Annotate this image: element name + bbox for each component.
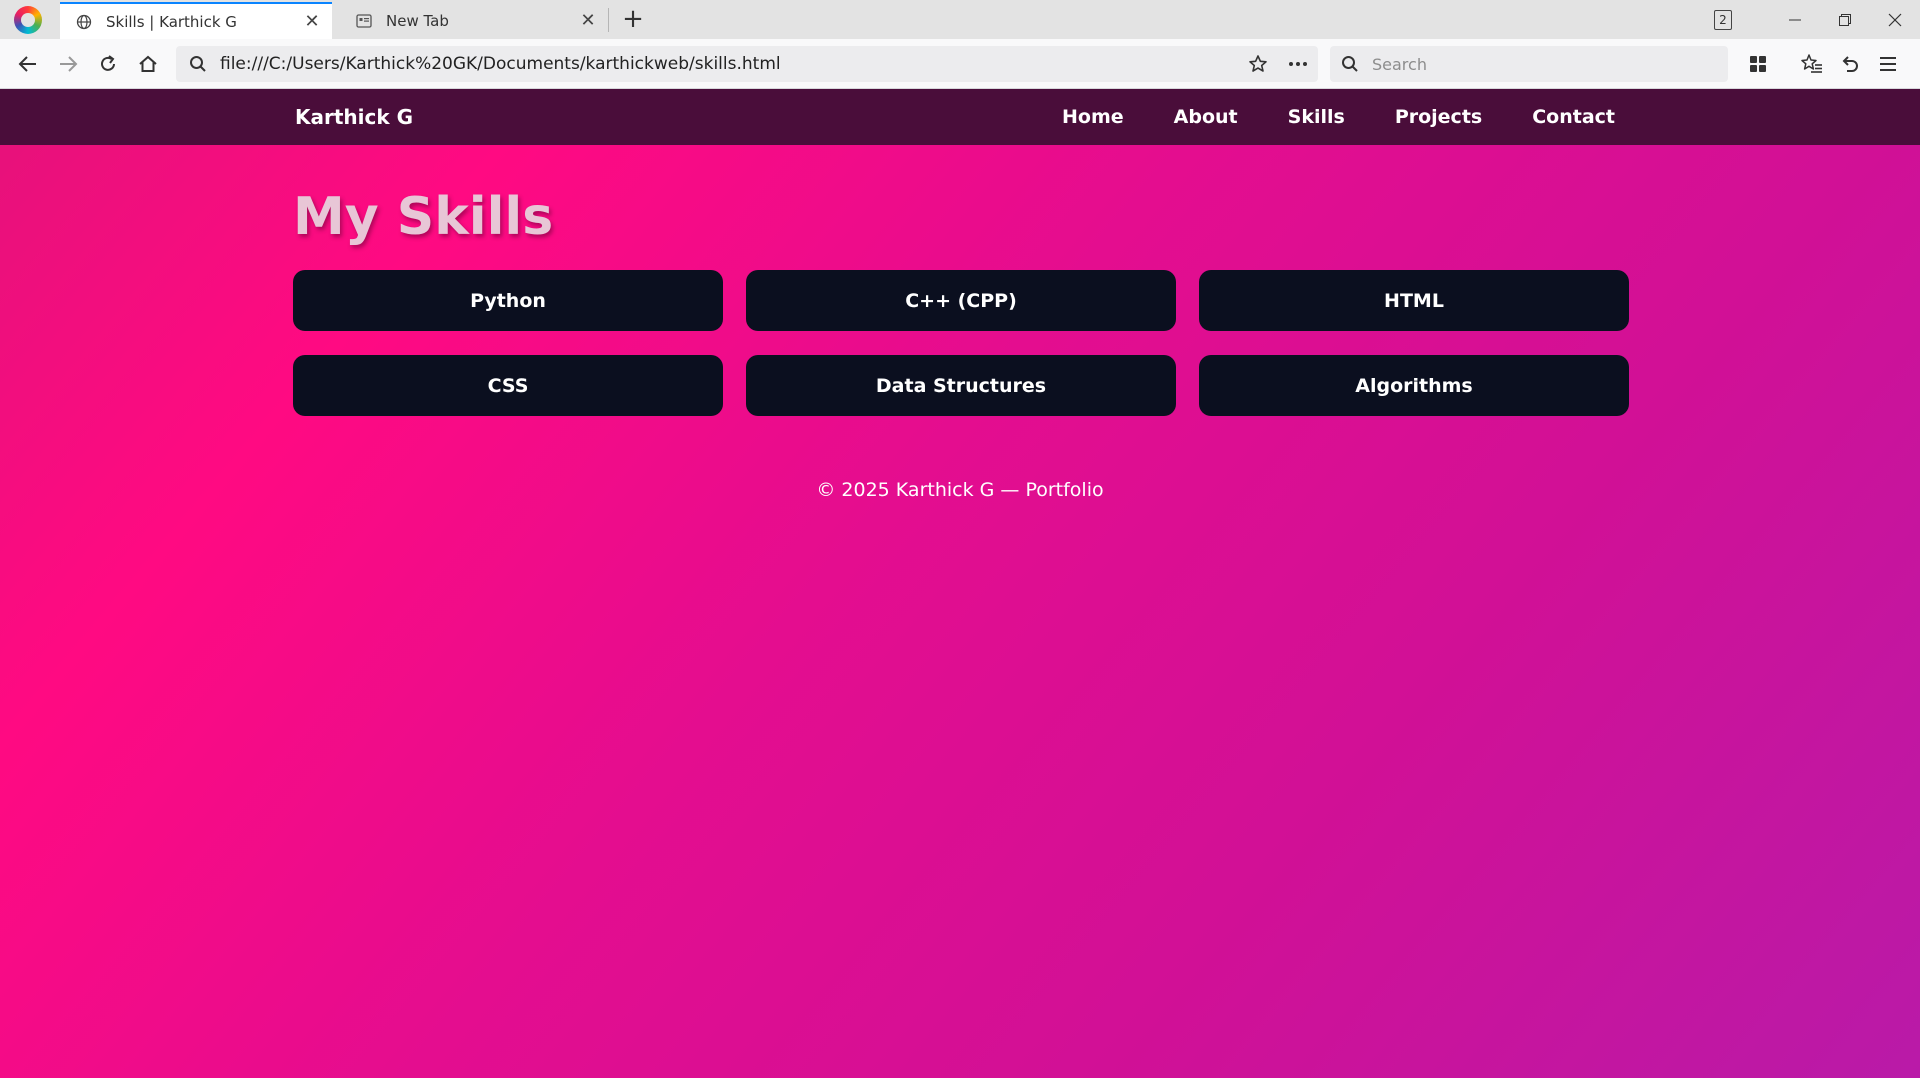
restore-icon[interactable] [1820,0,1870,39]
tab-count-icon[interactable]: 2 [1714,9,1732,30]
apps-grid-icon[interactable] [1742,49,1774,79]
close-tab-icon[interactable]: ✕ [576,9,600,33]
site-header: Karthick G Home About Skills Projects Co… [0,89,1920,145]
search-bar[interactable] [1330,46,1728,82]
skill-card-data-structures: Data Structures [746,355,1176,416]
menu-icon[interactable] [1872,49,1904,79]
favorites-list-icon[interactable] [1796,49,1828,79]
page-title: My Skills [293,187,554,247]
skill-card-algorithms: Algorithms [1199,355,1629,416]
window-controls: 2 [1714,0,1920,39]
reload-icon[interactable] [92,49,124,79]
globe-icon [74,12,94,32]
browser-toolbar: file:///C:/Users/Karthick%20GK/Documents… [0,39,1920,89]
search-input[interactable] [1370,53,1728,75]
nav-link-projects[interactable]: Projects [1395,106,1482,128]
undo-icon[interactable] [1834,49,1866,79]
tab-title: New Tab [386,11,449,30]
nav-link-skills[interactable]: Skills [1288,106,1345,128]
search-icon [176,55,220,73]
minimize-icon[interactable] [1770,0,1820,39]
close-window-icon[interactable] [1870,0,1920,39]
nav-link-home[interactable]: Home [1062,106,1124,128]
close-tab-icon[interactable]: ✕ [300,10,324,34]
browser-logo-icon [14,6,42,34]
nav-link-about[interactable]: About [1174,106,1238,128]
footer-text: © 2025 Karthick G — Portfolio [816,479,1104,501]
page-viewport: Karthick G Home About Skills Projects Co… [0,89,1920,1080]
tab-separator [608,8,609,32]
forward-arrow-icon[interactable] [52,49,84,79]
tab-new-tab[interactable]: New Tab ✕ [340,2,608,39]
tab-skills[interactable]: Skills | Karthick G ✕ [60,2,332,39]
skills-grid: Python C++ (CPP) HTML CSS Data Structure… [293,270,1629,416]
site-brand[interactable]: Karthick G [295,89,413,145]
url-text[interactable]: file:///C:/Users/Karthick%20GK/Documents… [220,54,1238,74]
tab-title: Skills | Karthick G [106,12,237,31]
address-bar[interactable]: file:///C:/Users/Karthick%20GK/Documents… [176,46,1318,82]
more-actions-icon[interactable] [1278,46,1318,82]
bookmark-star-icon[interactable] [1238,46,1278,82]
new-tab-button[interactable]: + [618,4,648,34]
new-tab-page-icon [354,11,374,31]
search-icon [1330,55,1370,73]
nav-link-contact[interactable]: Contact [1532,106,1615,128]
skill-card-python: Python [293,270,723,331]
skill-card-cpp: C++ (CPP) [746,270,1176,331]
browser-tab-bar: Skills | Karthick G ✕ New Tab ✕ + 2 [0,0,1920,39]
skill-card-html: HTML [1199,270,1629,331]
back-arrow-icon[interactable] [12,49,44,79]
site-nav: Home About Skills Projects Contact [1062,89,1615,145]
home-icon[interactable] [132,49,164,79]
skill-card-css: CSS [293,355,723,416]
